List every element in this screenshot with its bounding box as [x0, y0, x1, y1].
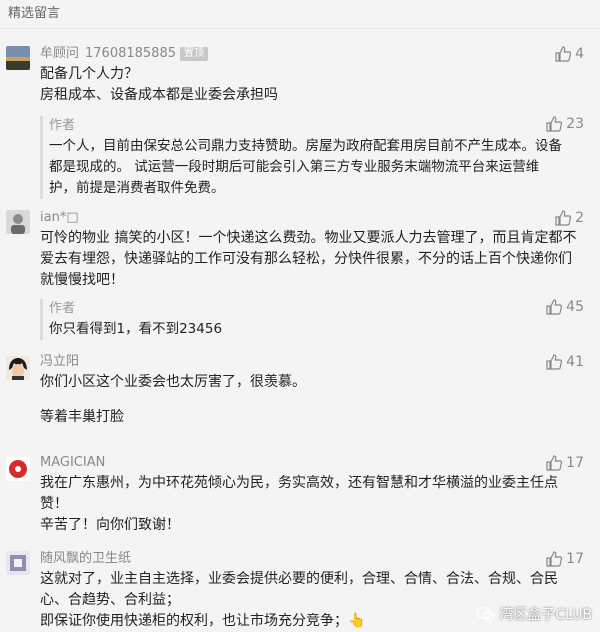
reply-text: 一个人，目前由保安总公司鼎力支持赞助。房屋为政府配套用房目前不产生成本。设备 都… — [49, 138, 562, 196]
thumbs-up-icon — [555, 210, 572, 226]
thumbs-up-icon — [546, 354, 563, 370]
watermark: 湾区盒子CLUB — [477, 604, 592, 624]
reply-like-button[interactable]: 45 — [546, 299, 584, 315]
reply-like-button[interactable]: 23 — [546, 116, 584, 132]
comment-item: 牟顾问 17608185885 置顶 4 配备几个人力？ 房租成本、设备成本都是业委… — [0, 44, 600, 199]
pinned-badge: 置顶 — [180, 47, 208, 61]
author-reply: 作者 23 一个人，目前由保安总公司鼎力支持赞助。房屋为政府配套用房目前不产生成… — [40, 116, 588, 199]
reply-author: 作者 — [49, 301, 76, 316]
like-button[interactable]: 17 — [546, 551, 584, 567]
avatar[interactable] — [6, 210, 30, 234]
thumbs-up-icon — [546, 299, 563, 315]
comment-author[interactable]: 随风飘的卫生纸 — [40, 549, 588, 569]
comment-author[interactable]: 冯立阳 — [40, 352, 588, 372]
thumbs-up-icon — [546, 551, 563, 567]
comment-item: 冯立阳 41 你们小区这个业委会也太厉害了，很羡慕。 等着丰巢打脸 — [0, 352, 600, 428]
reply-text: 你只看得到1，看不到23456 — [49, 321, 223, 337]
thumbs-up-icon — [555, 46, 572, 62]
comment-author[interactable]: MAGICIAN — [40, 453, 588, 473]
reply-author: 作者 — [49, 118, 76, 133]
thumbs-up-icon — [546, 455, 563, 471]
avatar[interactable] — [6, 46, 30, 70]
comment-item: MAGICIAN 17 我在广东惠州，为中环花苑倾心为民，务实高效，还有智慧和才… — [0, 453, 600, 536]
avatar[interactable] — [6, 551, 30, 575]
wechat-icon — [477, 606, 495, 621]
thumbs-up-icon — [546, 116, 563, 132]
comment-text: 配备几个人力？ 房租成本、设备成本都是业委会承担吗 — [40, 66, 278, 103]
comment-author[interactable]: 牟顾问 17608185885 置顶 — [40, 44, 588, 64]
like-button[interactable]: 17 — [546, 455, 584, 471]
author-reply: 作者 45 你只看得到1，看不到23456 — [40, 299, 588, 340]
comment-item: ian*□ 2 可怜的物业 搞笑的小区！一个快递这么费劲。物业又要派人力去管理了… — [0, 208, 600, 340]
avatar[interactable] — [6, 356, 30, 380]
avatar[interactable] — [6, 457, 30, 481]
comment-text: 可怜的物业 搞笑的小区！一个快递这么费劲。物业又要派人力去管理了，而且肯定都不 … — [40, 230, 577, 288]
like-button[interactable]: 2 — [555, 210, 584, 226]
comment-text: 我在广东惠州，为中环花苑倾心为民，务实高效，还有智慧和才华横溢的业委主任点 赞！… — [40, 475, 558, 533]
comment-text: 你们小区这个业委会也太厉害了，很羡慕。 等着丰巢打脸 — [40, 374, 306, 425]
like-button[interactable]: 41 — [546, 354, 584, 370]
section-title: 精选留言 — [0, 0, 600, 29]
like-button[interactable]: 4 — [555, 46, 584, 62]
comment-author[interactable]: ian*□ — [40, 208, 588, 228]
